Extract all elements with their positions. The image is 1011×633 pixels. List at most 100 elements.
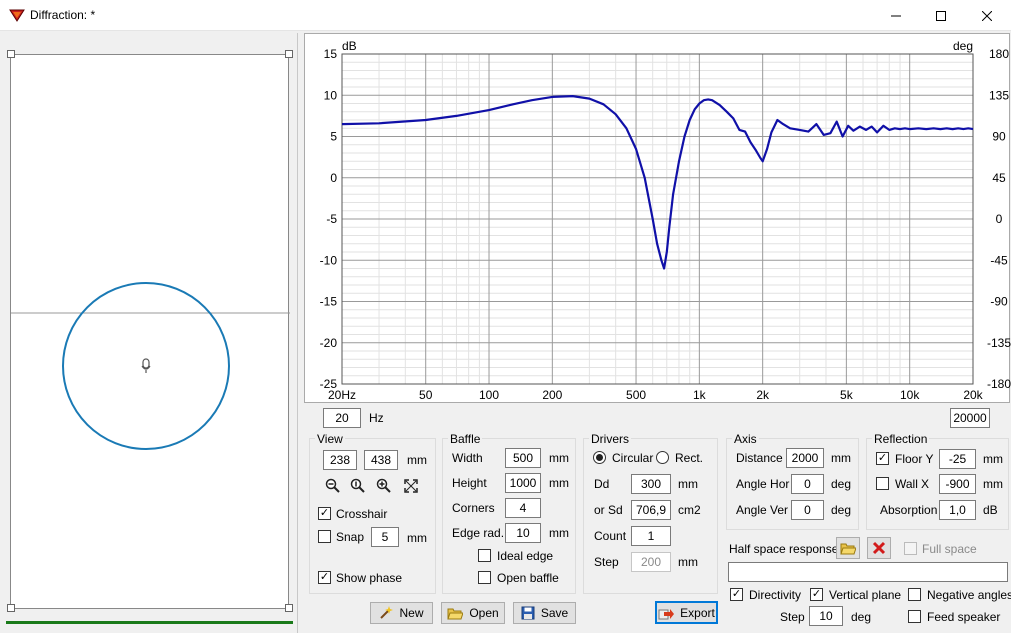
snap-label: Snap xyxy=(336,530,365,544)
show-phase-label: Show phase xyxy=(336,571,403,585)
snap-input[interactable]: 5 xyxy=(371,527,399,547)
zoom-out-button[interactable] xyxy=(323,476,343,496)
clear-half-space-button[interactable] xyxy=(867,537,891,559)
feed-speaker-checkbox[interactable] xyxy=(908,610,921,623)
wall-checkbox[interactable] xyxy=(876,477,889,490)
sd-input[interactable]: 706,9 xyxy=(631,500,671,520)
count-label: Count xyxy=(594,529,627,543)
resize-handle-bl[interactable] xyxy=(7,604,15,612)
y-axis-unit-right: deg xyxy=(953,39,973,53)
zoom-in-button[interactable] xyxy=(374,476,394,496)
open-baffle-checkbox[interactable] xyxy=(478,571,491,584)
ideal-edge-label: Ideal edge xyxy=(497,549,554,563)
baffle-height-label: Height xyxy=(452,476,487,490)
y-tick-label-right: 45 xyxy=(992,171,1006,185)
x-tick-label: 20k xyxy=(963,388,983,402)
resize-handle-tr[interactable] xyxy=(285,50,293,58)
baffle-edge-unit: mm xyxy=(549,526,569,540)
fit-to-window-icon xyxy=(404,479,418,493)
x-tick-label: 5k xyxy=(840,388,854,402)
angle-hor-input[interactable]: 0 xyxy=(791,474,824,494)
x-tick-label: 500 xyxy=(626,388,646,402)
snap-unit-label: mm xyxy=(407,531,427,545)
directivity-checkbox[interactable]: ✓ xyxy=(730,588,743,601)
y-tick-label-right: 0 xyxy=(996,212,1003,226)
status-bar xyxy=(6,621,293,624)
half-space-path-input[interactable] xyxy=(728,562,1008,582)
angle-ver-unit: deg xyxy=(831,503,852,517)
export-button[interactable]: Export xyxy=(655,601,718,624)
angle-hor-unit: deg xyxy=(831,477,852,491)
open-button[interactable]: Open xyxy=(441,602,505,624)
x-tick-label: 10k xyxy=(900,388,920,402)
baffle-edge-input[interactable]: 10 xyxy=(505,523,541,543)
angle-hor-label: Angle Hor xyxy=(736,477,790,491)
freq-max-input[interactable]: 20000 xyxy=(950,408,990,428)
rect-radio[interactable] xyxy=(656,451,669,464)
x-tick-label: 200 xyxy=(542,388,562,402)
baffle-width-input[interactable]: 500 xyxy=(505,448,541,468)
y-tick-label-left: 5 xyxy=(330,130,337,144)
angle-ver-input[interactable]: 0 xyxy=(791,500,824,520)
floor-unit: mm xyxy=(983,452,1003,466)
baffle-corners-input[interactable]: 4 xyxy=(505,498,541,518)
save-button-label: Save xyxy=(540,606,569,620)
show-phase-checkbox[interactable]: ✓ xyxy=(318,571,331,584)
y-tick-label-left: 10 xyxy=(324,88,338,102)
y-tick-label-right: -180 xyxy=(987,377,1011,391)
minimize-button[interactable] xyxy=(873,0,919,31)
floor-checkbox[interactable]: ✓ xyxy=(876,452,889,465)
angle-ver-label: Angle Ver xyxy=(736,503,789,517)
crosshair-label: Crosshair xyxy=(336,507,388,521)
zoom-actual-button[interactable] xyxy=(348,476,368,496)
view-width-input[interactable]: 238 xyxy=(323,450,357,470)
snap-checkbox[interactable] xyxy=(318,530,331,543)
full-space-checkbox[interactable] xyxy=(904,542,917,555)
delete-icon xyxy=(872,541,886,555)
baffle-height-input[interactable]: 1000 xyxy=(505,473,541,493)
y-axis-unit-left: dB xyxy=(342,39,357,53)
y-tick-label-right: -90 xyxy=(990,295,1008,309)
baffle-edge-label: Edge rad. xyxy=(452,526,505,540)
close-button[interactable] xyxy=(964,0,1010,31)
save-button[interactable]: Save xyxy=(513,602,576,624)
y-tick-label-left: -25 xyxy=(320,377,338,391)
resize-handle-tl[interactable] xyxy=(7,50,15,58)
count-input[interactable]: 1 xyxy=(631,526,671,546)
step-input[interactable]: 200 xyxy=(631,552,671,572)
new-button[interactable]: New xyxy=(370,602,433,624)
freq-unit-label: Hz xyxy=(369,411,384,425)
y-tick-label-left: -20 xyxy=(320,336,338,350)
zoom-fit-button[interactable] xyxy=(401,476,421,496)
absorption-input[interactable]: 1,0 xyxy=(939,500,976,520)
floor-input[interactable]: -25 xyxy=(939,449,976,469)
directivity-step-unit: deg xyxy=(851,610,872,624)
negative-angles-checkbox[interactable] xyxy=(908,588,921,601)
negative-angles-label: Negative angles xyxy=(927,588,1011,602)
view-height-input[interactable]: 438 xyxy=(364,450,398,470)
distance-input[interactable]: 2000 xyxy=(786,448,824,468)
ideal-edge-checkbox[interactable] xyxy=(478,549,491,562)
directivity-step-label: Step xyxy=(780,610,805,624)
vertical-plane-checkbox[interactable]: ✓ xyxy=(810,588,823,601)
directivity-step-input[interactable]: 10 xyxy=(809,606,843,626)
crosshair-checkbox[interactable]: ✓ xyxy=(318,507,331,520)
dd-input[interactable]: 300 xyxy=(631,474,671,494)
circular-radio[interactable] xyxy=(593,451,606,464)
freq-min-input[interactable]: 20 xyxy=(323,408,361,428)
vertical-plane-label: Vertical plane xyxy=(829,588,902,602)
resize-handle-br[interactable] xyxy=(285,604,293,612)
absorption-unit: dB xyxy=(983,503,998,517)
baffle-width-label: Width xyxy=(452,451,483,465)
magic-wand-icon xyxy=(380,606,394,619)
sd-label: or Sd xyxy=(594,503,623,517)
response-plot[interactable]: 20Hz 50 100 200 500 1k 2k 5k 10k 20k 15 180 10 135 5 90… xyxy=(304,33,1011,403)
open-half-space-button[interactable] xyxy=(836,537,860,559)
absorption-label: Absorption xyxy=(880,503,938,517)
maximize-button[interactable] xyxy=(918,0,964,31)
new-button-label: New xyxy=(399,606,424,620)
baffle-canvas[interactable] xyxy=(10,54,290,609)
zoom-out-icon xyxy=(325,478,340,493)
wall-input[interactable]: -900 xyxy=(939,474,976,494)
window-title: Diffraction: * xyxy=(30,8,96,22)
